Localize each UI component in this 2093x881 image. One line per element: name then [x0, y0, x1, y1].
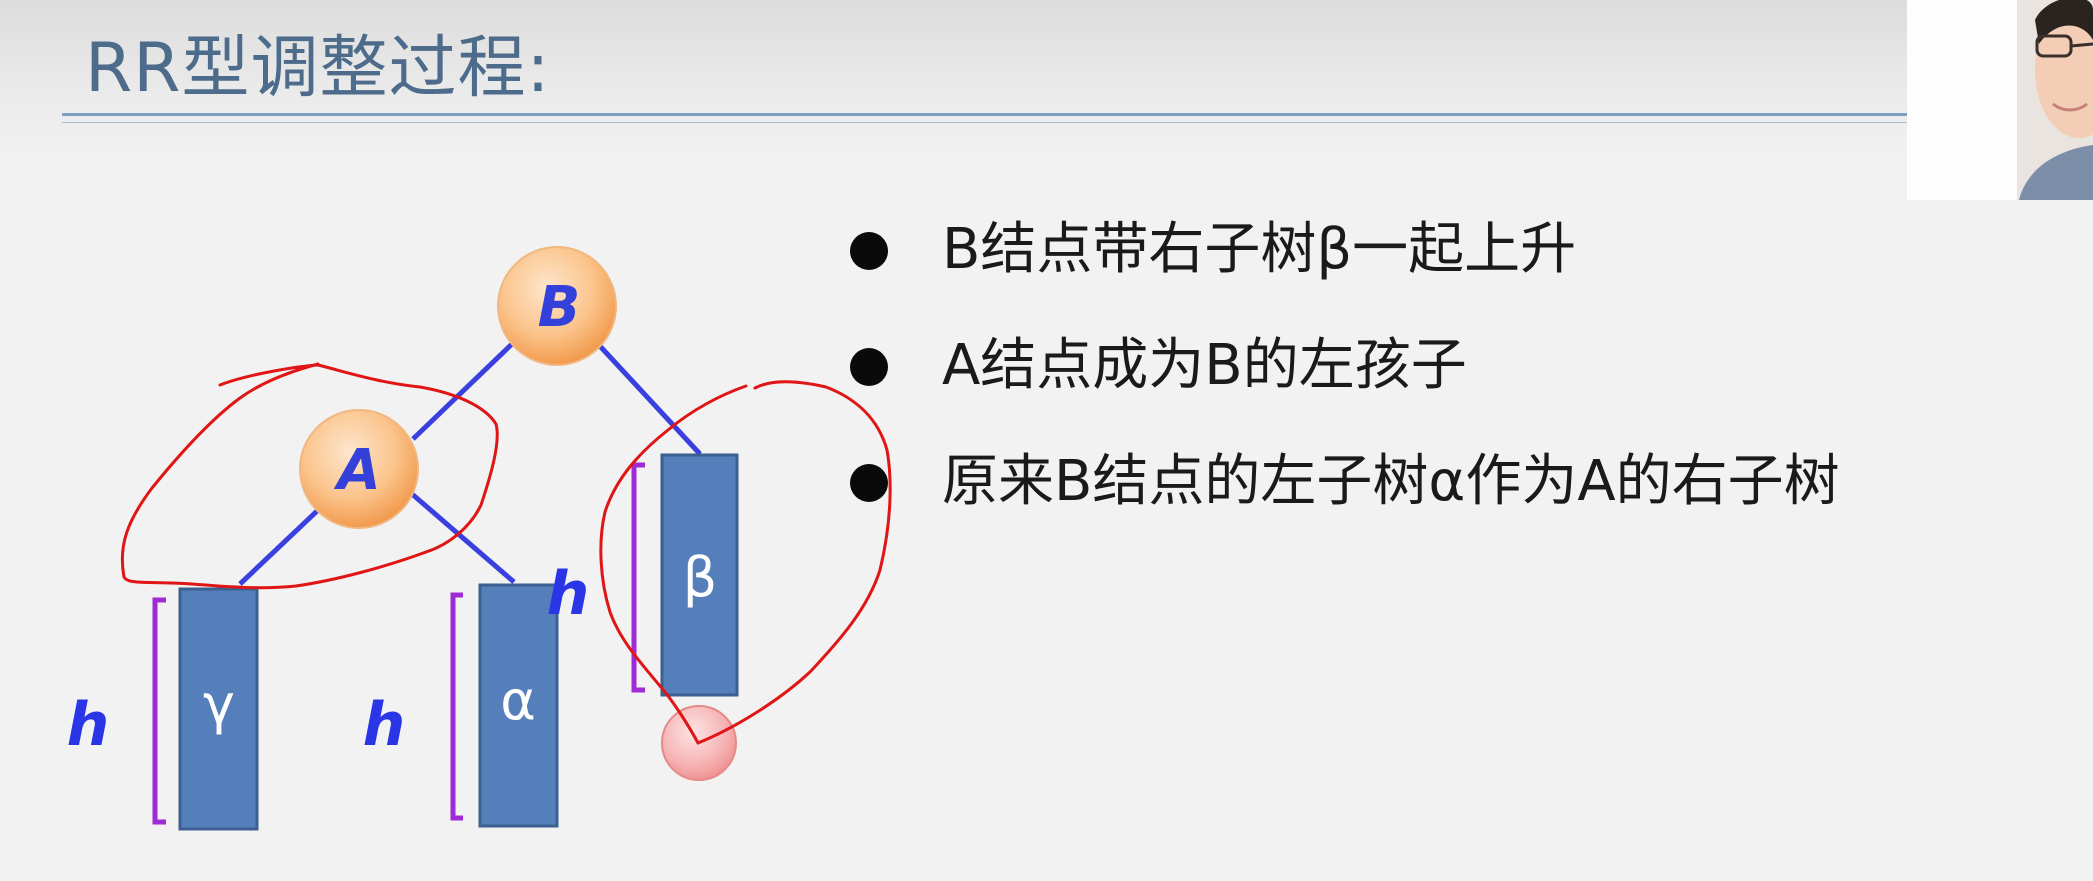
height-label-beta: h [547, 559, 590, 629]
bullet-text: A结点成为B的左孩子 [942, 333, 1467, 398]
presenter-webcam [1907, 0, 2093, 200]
subtree-alpha-label: α [500, 669, 536, 732]
height-label-gamma: h [67, 690, 110, 760]
subtree-gamma-label: γ [203, 673, 235, 736]
bullet-dot-icon [850, 348, 888, 386]
node-a-label: A [333, 438, 380, 503]
height-label-alpha: h [363, 690, 406, 760]
bullet-dot-icon [850, 464, 888, 502]
rr-rotation-diagram: γ α β h h h B A [67, 246, 892, 831]
edge-b-beta [596, 342, 702, 456]
bullet-dot-icon [850, 232, 888, 270]
bracket-alpha [450, 592, 463, 821]
bullet-text: 原来B结点的左子树α作为A的右子树 [942, 449, 1840, 514]
presenter-photo [1907, 0, 2093, 200]
bullet-text: B结点带右子树β一起上升 [942, 217, 1577, 282]
subtree-beta-label: β [683, 546, 717, 609]
edge-a-alpha [410, 492, 516, 584]
slide: RR型调整过程: γ α β h h h B A B结点带右子树β一起上升 A结… [0, 0, 2093, 881]
node-b-label: B [538, 275, 581, 340]
bracket-gamma [152, 597, 166, 825]
